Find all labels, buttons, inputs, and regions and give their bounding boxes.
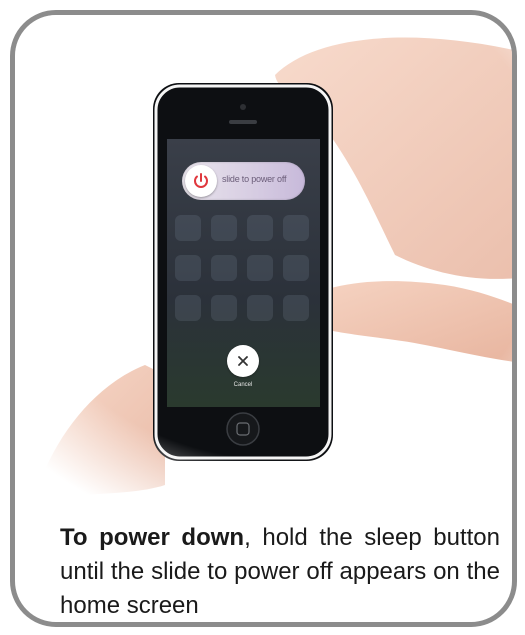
cancel-button[interactable]: [227, 345, 259, 377]
phone-in-hands-illustration: [15, 15, 512, 495]
power-knob[interactable]: [185, 165, 217, 197]
instruction-caption: To power down, hold the sleep button unt…: [60, 521, 500, 622]
slider-label: slide to power off: [222, 174, 287, 184]
power-icon: [194, 173, 208, 188]
cancel-label: Cancel: [233, 382, 253, 388]
instruction-card: slide to power off Cancel To power down,…: [10, 10, 517, 627]
close-icon: [238, 356, 248, 366]
caption-bold: To power down: [60, 524, 245, 551]
